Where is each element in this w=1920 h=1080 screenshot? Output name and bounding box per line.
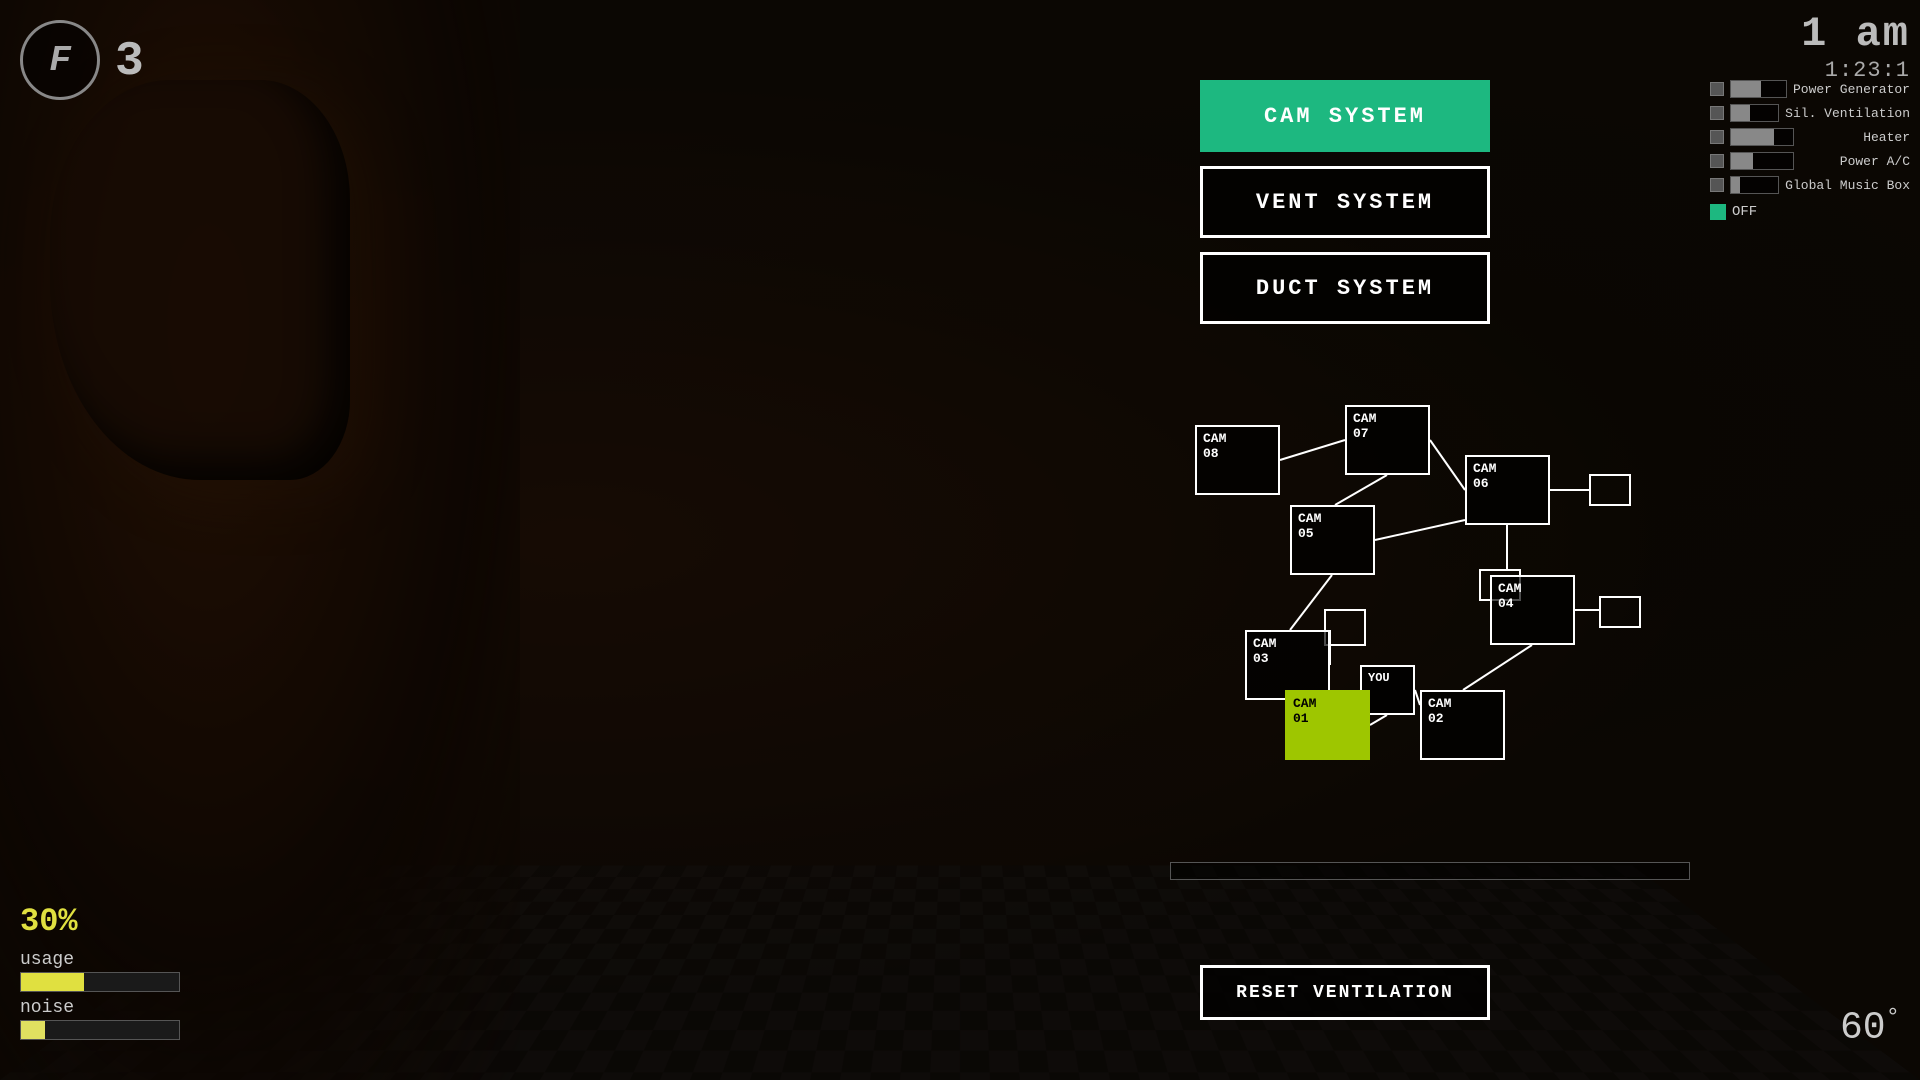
- power-item-ventilation: Sil. Ventilation: [1710, 104, 1910, 122]
- cam-04[interactable]: CAM04: [1490, 575, 1575, 645]
- usage-bar: [20, 972, 180, 992]
- cam-07[interactable]: CAM07: [1345, 405, 1430, 475]
- freddy-coin-letter: F: [49, 40, 71, 81]
- off-badge: OFF: [1710, 204, 1910, 220]
- noise-bar: [20, 1020, 180, 1040]
- reset-ventilation-button[interactable]: RESET VENTILATION: [1200, 965, 1490, 1020]
- cam-map: CAM08 CAM07 CAM06 CAM05 CAM04 CAM03 YOU …: [1170, 320, 1690, 840]
- duct-system-button[interactable]: DUCT SYSTEM: [1200, 252, 1490, 324]
- off-indicator: [1710, 204, 1726, 220]
- clock-area: 1 am 1:23:1: [1801, 10, 1910, 83]
- noise-label: noise: [20, 998, 180, 1018]
- power-symbol: %: [58, 903, 77, 940]
- ui-layer: F 3 1 am 1:23:1 CAM SYSTEM VENT SYSTEM D…: [0, 0, 1920, 1080]
- cam-01[interactable]: CAM01: [1285, 690, 1370, 760]
- clock-time: 1 am: [1801, 10, 1910, 58]
- power-label-ventilation: Sil. Ventilation: [1785, 106, 1910, 121]
- cam-02[interactable]: CAM02: [1420, 690, 1505, 760]
- cam-05[interactable]: CAM05: [1290, 505, 1375, 575]
- power-item-musicbox: Global Music Box: [1710, 176, 1910, 194]
- power-item-heater: Heater: [1710, 128, 1910, 146]
- stats-area: 30% usage noise: [20, 887, 180, 1040]
- power-bar-fill-ventilation: [1731, 105, 1750, 121]
- temperature: 60°: [1840, 1005, 1900, 1050]
- cam-06[interactable]: CAM06: [1465, 455, 1550, 525]
- power-item-generator: Power Generator: [1710, 80, 1910, 98]
- noise-bar-fill: [21, 1021, 45, 1039]
- power-label-ac: Power A/C: [1800, 154, 1910, 169]
- power-indicator-ac: [1710, 154, 1724, 168]
- power-indicator-generator: [1710, 82, 1724, 96]
- power-indicator-ventilation: [1710, 106, 1724, 120]
- life-count: 3: [115, 35, 144, 89]
- map-bottom-bar: [1170, 862, 1690, 880]
- usage-bar-fill: [21, 973, 84, 991]
- power-bar-fill-heater: [1731, 129, 1774, 145]
- power-label-musicbox: Global Music Box: [1785, 178, 1910, 193]
- power-indicator-heater: [1710, 130, 1724, 144]
- cam-map-lines: [1170, 320, 1690, 840]
- power-panel: Power Generator Sil. Ventilation Heater …: [1710, 80, 1910, 220]
- power-bar-ac: [1730, 152, 1794, 170]
- usage-label: usage: [20, 950, 180, 970]
- power-percent: 30%: [20, 887, 180, 946]
- power-label-generator: Power Generator: [1793, 82, 1910, 97]
- power-indicator-musicbox: [1710, 178, 1724, 192]
- power-item-ac: Power A/C: [1710, 152, 1910, 170]
- off-label: OFF: [1732, 204, 1757, 220]
- power-bar-musicbox: [1730, 176, 1779, 194]
- freddy-coin: F: [20, 20, 100, 100]
- system-buttons: CAM SYSTEM VENT SYSTEM DUCT SYSTEM: [1200, 80, 1490, 324]
- power-label-heater: Heater: [1800, 130, 1910, 145]
- power-bar-ventilation: [1730, 104, 1779, 122]
- cam-system-button[interactable]: CAM SYSTEM: [1200, 80, 1490, 152]
- cam-08[interactable]: CAM08: [1195, 425, 1280, 495]
- power-bar-fill-musicbox: [1731, 177, 1740, 193]
- power-bar-heater: [1730, 128, 1794, 146]
- power-bar-fill-generator: [1731, 81, 1761, 97]
- power-bar-generator: [1730, 80, 1787, 98]
- power-bar-fill-ac: [1731, 153, 1753, 169]
- vent-system-button[interactable]: VENT SYSTEM: [1200, 166, 1490, 238]
